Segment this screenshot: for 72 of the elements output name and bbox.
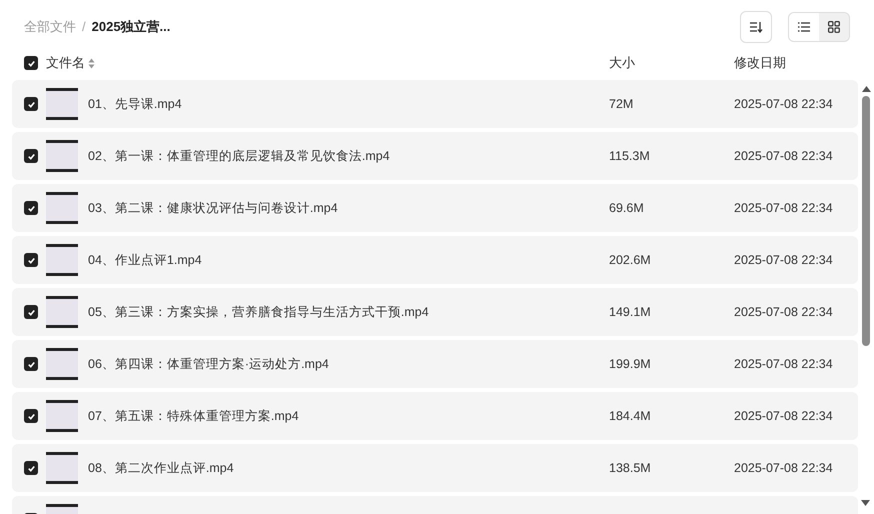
sort-icon[interactable] <box>88 58 95 68</box>
file-name[interactable]: 04、作业点评1.mp4 <box>88 250 609 270</box>
modified-date: 2025-07-08 22:34 <box>734 200 833 217</box>
video-thumbnail <box>46 400 78 432</box>
checkbox[interactable] <box>24 409 38 423</box>
file-size: 199.9M <box>609 356 652 373</box>
checkmark-icon <box>26 256 36 264</box>
list-icon <box>798 22 810 32</box>
file-row[interactable]: 05、第三课：方案实操，营养膳食指导与生活方式干预.mp4 149.1M 2025-07-08 22:34 <box>12 288 858 336</box>
file-row[interactable]: 08、第二次作业点评.mp4 138.5M 2025-07-08 22:34 <box>12 444 858 492</box>
checkmark-icon <box>26 58 36 68</box>
checkmark-icon <box>26 412 36 420</box>
column-header[interactable]: 修改日期 <box>734 53 786 73</box>
checkmark-icon <box>26 100 36 108</box>
checkbox[interactable] <box>24 97 38 111</box>
file-name[interactable]: 08、第二次作业点评.mp4 <box>88 458 609 478</box>
column-header[interactable]: 大小 <box>609 53 734 73</box>
file-size: 69.6M <box>609 200 645 217</box>
checkmark-icon <box>26 360 36 368</box>
modified-date: 2025-07-08 22:34 <box>734 96 833 113</box>
modified-date: 2025-07-08 22:34 <box>734 148 833 165</box>
checkmark-icon <box>26 464 36 472</box>
file-size: 149.1M <box>609 304 652 321</box>
file-name[interactable]: 01、先导课.mp4 <box>88 94 609 114</box>
modified-date: 2025-07-08 22:34 <box>734 304 833 321</box>
file-row[interactable]: 01、先导课.mp4 72M 2025-07-08 22:34 <box>12 80 858 128</box>
checkbox[interactable] <box>24 149 38 163</box>
sort-button[interactable] <box>740 11 772 43</box>
file-size: 138.5M <box>609 460 652 477</box>
column-header[interactable]: 文件名 <box>46 53 85 73</box>
video-thumbnail <box>46 244 78 276</box>
grid-icon <box>828 21 840 33</box>
checkmark-icon <box>26 308 36 316</box>
video-thumbnail <box>46 348 78 380</box>
video-thumbnail <box>46 192 78 224</box>
scroll-down-icon[interactable] <box>861 500 870 506</box>
scroll-up-icon[interactable] <box>862 86 870 92</box>
checkmark-icon <box>26 204 36 212</box>
checkbox[interactable] <box>24 56 38 70</box>
list-view-button[interactable] <box>789 13 819 41</box>
file-size: 72M <box>609 96 634 113</box>
sort-lines-icon <box>749 21 763 33</box>
scrollbar-thumb[interactable] <box>862 96 870 346</box>
modified-date: 2025-07-08 22:34 <box>734 356 833 373</box>
checkbox[interactable] <box>24 305 38 319</box>
video-thumbnail <box>46 452 78 484</box>
file-row[interactable]: 03、第二课：健康状况评估与问卷设计.mp4 69.6M 2025-07-08 22:34 <box>12 184 858 232</box>
file-name[interactable]: 02、第一课：体重管理的底层逻辑及常见饮食法.mp4 <box>88 146 609 166</box>
modified-date: 2025-07-08 22:34 <box>734 460 833 477</box>
checkmark-icon <box>26 152 36 160</box>
file-size: 115.3M <box>609 148 651 165</box>
checkbox[interactable] <box>24 461 38 475</box>
checkbox[interactable] <box>24 253 38 267</box>
file-row[interactable]: 07、第五课：特殊体重管理方案.mp4 184.4M 2025-07-08 22:34 <box>12 392 858 440</box>
modified-date: 2025-07-08 22:34 <box>734 252 833 269</box>
breadcrumb-item[interactable]: 2025独立营... <box>92 17 170 37</box>
checkbox[interactable] <box>24 357 38 371</box>
file-name[interactable]: 06、第四课：体重管理方案·运动处方.mp4 <box>88 354 609 374</box>
file-size: 202.6M <box>609 252 652 269</box>
file-name[interactable]: 05、第三课：方案实操，营养膳食指导与生活方式干预.mp4 <box>88 302 609 322</box>
file-row[interactable]: 06、第四课：体重管理方案·运动处方.mp4 199.9M 2025-07-08 22:34 <box>12 340 858 388</box>
file-row[interactable]: 04、作业点评1.mp4 202.6M 2025-07-08 22:34 <box>12 236 858 284</box>
video-thumbnail <box>46 140 78 172</box>
file-name[interactable]: 07、第五课：特殊体重管理方案.mp4 <box>88 406 609 426</box>
file-row[interactable]: 02、第一课：体重管理的底层逻辑及常见饮食法.mp4 115.3M 2025-07-08 22:34 <box>12 132 858 180</box>
video-thumbnail <box>46 88 78 120</box>
checkbox[interactable] <box>24 201 38 215</box>
breadcrumb-separator: / <box>82 18 86 36</box>
file-size: 184.4M <box>609 408 652 425</box>
file-name[interactable]: 03、第二课：健康状况评估与问卷设计.mp4 <box>88 198 609 218</box>
video-thumbnail <box>46 296 78 328</box>
modified-date: 2025-07-08 22:34 <box>734 408 833 425</box>
